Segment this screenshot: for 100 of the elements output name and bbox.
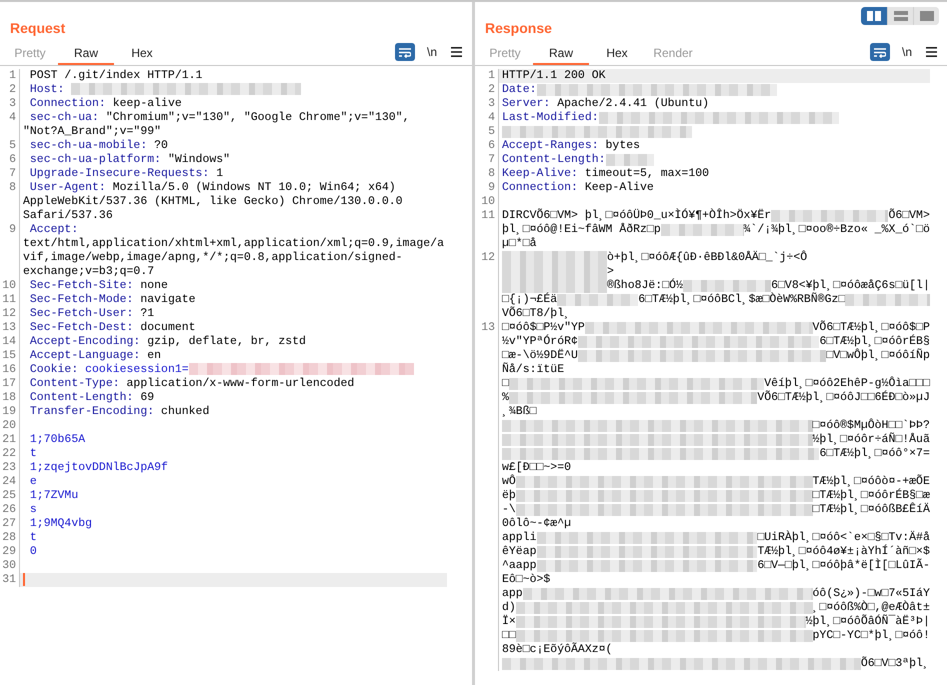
newline-toggle[interactable]: \n	[422, 45, 441, 59]
line-number: 8	[0, 181, 20, 224]
header-value: timeout=5, max=100	[584, 167, 710, 181]
line-number: 13	[0, 321, 20, 336]
line-number: 6	[475, 139, 499, 153]
line-number: 9	[0, 223, 20, 280]
code-text: □TÆ½þl¸□¤óôrÉB§□æ	[812, 489, 930, 502]
line-number: 25	[0, 489, 20, 504]
code-text: Ñå/s:ïtüE	[502, 363, 564, 377]
code-text: ò+þl¸□¤óôÆ{ûÐ·êBÐl&0ÅÄ□_`j÷<Ô	[607, 251, 808, 265]
line-number: 2	[475, 83, 499, 97]
menu-icon	[451, 47, 462, 57]
menu-button[interactable]	[449, 45, 464, 59]
code-text: □¤óô$□P½v"YP	[502, 321, 585, 334]
code-text: DIRCVÕ6□VM> þl¸□¤óôÜÞ0_u×ÌÓ¥¶+ÒÎh>Öx¥Ër	[502, 209, 772, 222]
layout-button[interactable]	[861, 7, 887, 25]
panel-title: Response	[485, 20, 552, 36]
code-text: 6□TÆ½þl¸□¤óô°×7=	[819, 447, 930, 461]
code-text: w£[Ð□□~>=0	[502, 461, 572, 474]
code-line: Sec-Fetch-Site: none	[28, 279, 169, 294]
code-line: Sec-Fetch-User: ?1	[28, 307, 156, 322]
line-number: 24	[0, 475, 20, 490]
cookie-name: cookiesession1=	[85, 363, 189, 376]
line-number: 26	[0, 503, 20, 518]
code-text: □{¡)¬£Éä	[502, 293, 558, 306]
code-line: Content-Length: 69	[28, 391, 156, 406]
code-line: POST /.git/index HTTP/1.1	[28, 69, 204, 83]
code-text: Vêíþl¸□¤óô2EhêP-g½Ôìa□□□	[764, 377, 930, 390]
code-text: d)	[502, 601, 516, 614]
code-text: Õ6□V□3ªþl¸	[860, 657, 930, 671]
code-text: pYC□-YC□*þl¸□¤óô!	[812, 629, 930, 643]
line-number: 9	[475, 181, 499, 195]
code-text: ¾`/¡¾þl¸□¤oo®÷Bzo« _%X_ó`□ö	[744, 223, 930, 237]
code-line: s	[28, 503, 38, 518]
code-line: sec-ch-ua: "Chromium";v="130", "Google Chrome";v="130", "Not?A_Brand";v="99"	[22, 111, 410, 140]
code-line: t	[28, 447, 38, 462]
line-number: 3	[475, 97, 499, 111]
code-text: >	[607, 265, 614, 278]
code-line: sec-ch-ua-mobile: ?0	[28, 139, 169, 154]
code-text: TÆ½þl¸□¤óôò¤-+æÕE	[812, 475, 930, 488]
wrap-lines-button[interactable]	[394, 43, 415, 61]
layout-button[interactable]	[913, 7, 939, 25]
line-number: 7	[475, 153, 499, 167]
code-text: VÕ6□TÆ½þl¸□¤óô$□P	[812, 321, 930, 334]
panel-title: Request	[10, 20, 66, 36]
code-text: □UiRÀþl¸□¤óô<`e×□§□Tv:Ä#å	[757, 531, 930, 544]
header-name: Last-Modified:	[502, 111, 599, 125]
code-text: □	[502, 377, 509, 391]
header-name: Host:	[30, 83, 64, 96]
line-number: 14	[0, 335, 20, 350]
code-line: 1;7ZVMu	[28, 489, 80, 504]
code-line: sec-ch-ua-platform: "Windows"	[28, 153, 232, 168]
code-text: -\	[502, 503, 516, 517]
line-number: 7	[0, 167, 20, 182]
code-text: □æ-\ö½9DË^U	[502, 349, 578, 362]
header-name: Date:	[502, 83, 537, 97]
line-number: 5	[0, 139, 20, 154]
line-number: 11	[0, 293, 20, 308]
line-number: 12	[0, 307, 20, 322]
view-tab[interactable]: Hex	[589, 43, 645, 65]
menu-button[interactable]	[924, 45, 939, 59]
code-text: %	[502, 391, 509, 405]
rows-icon	[894, 11, 908, 21]
header-value: Apache/2.4.41 (Ubuntu)	[557, 97, 710, 111]
code-line: Sec-Fetch-Dest: document	[28, 321, 197, 336]
code-line: Transfer-Encoding: chunked	[28, 405, 210, 420]
code-text: ½v"YPªÓróR¢	[502, 335, 578, 348]
header-name: Keep-Alive:	[502, 167, 578, 181]
header-value: bytes	[606, 139, 640, 153]
line-number: 2	[0, 83, 20, 98]
wrap-lines-icon	[398, 46, 411, 58]
code-text: VÕ6□TÆ½þl¸□¤óôJ□□6ÉÐ□ò»µJ	[757, 391, 930, 405]
header-name: Cookie:	[30, 363, 78, 376]
single-pane-icon	[920, 11, 934, 21]
wrap-lines-button[interactable]	[870, 43, 890, 61]
code-text: µ□*□å	[502, 237, 537, 251]
newline-toggle[interactable]: \n	[898, 45, 916, 59]
line-number: 8	[475, 167, 499, 181]
line-number: 16	[0, 363, 20, 378]
code-text: ½þl¸□¤óôr÷áÑ□!Åuã	[812, 433, 930, 447]
redacted-text	[606, 154, 654, 166]
code-line: Content-Type: application/x-www-form-urlencoded	[28, 377, 356, 392]
code-text: óô(S¿»)-□w□7«5IáY	[812, 587, 930, 600]
line-number: 21	[0, 433, 20, 448]
line-number: 11	[475, 209, 499, 251]
view-tab[interactable]: Raw	[533, 43, 589, 65]
line-number: 28	[0, 531, 20, 546]
view-tab[interactable]: Hex	[114, 43, 170, 65]
code-text: 6□V8<¥þl¸□¤óôæåÇ6s□ü[l|	[771, 279, 930, 292]
line-number: 27	[0, 517, 20, 532]
code-text: ®ßho8Jë:□Ó½	[607, 279, 683, 292]
code-line: 0	[28, 545, 38, 560]
code-text: appli	[502, 531, 537, 545]
code-line: 1;70b65A	[28, 433, 86, 448]
view-tab[interactable]: Raw	[58, 43, 114, 65]
code-text: app	[502, 587, 523, 601]
code-line: e	[28, 475, 38, 490]
code-text: wÔ	[502, 475, 516, 489]
line-number: 29	[0, 545, 20, 560]
code-text: □□	[502, 629, 516, 642]
